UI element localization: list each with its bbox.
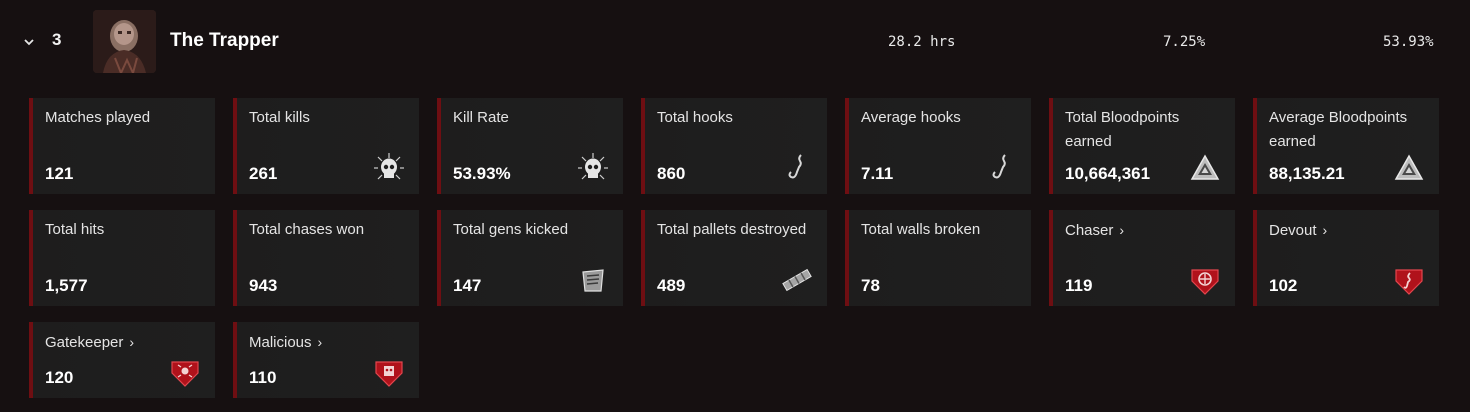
killer-row-header[interactable]: 3 The Trapper 28.2 hrs 7.25% 53.93%	[0, 0, 1470, 84]
chevron-right-icon: ›	[317, 334, 323, 350]
bloodpoints-icon	[1190, 154, 1220, 180]
gatekeeper-emblem-icon	[171, 361, 199, 387]
killer-portrait	[93, 10, 156, 73]
stat-card-total-chases-won: Total chases won 943	[233, 210, 419, 306]
pallet-icon	[782, 268, 812, 292]
stat-card-total-gens-kicked: Total gens kicked 147	[437, 210, 623, 306]
kill-rate-value: 53.93%	[1383, 34, 1434, 50]
stat-value: 88,135.21	[1269, 164, 1345, 183]
stat-value: 1,577	[45, 276, 88, 295]
stat-value: 102	[1269, 276, 1298, 295]
chevron-right-icon: ›	[1119, 222, 1125, 238]
stat-label: Average Bloodpoints earned	[1269, 109, 1408, 150]
stat-label: Total chases won	[249, 221, 365, 238]
stat-label: Matches played	[45, 109, 151, 126]
stat-label: Total hooks	[657, 109, 733, 126]
stat-card-average-bloodpoints: Average Bloodpoints earned 88,135.21	[1253, 98, 1439, 194]
stat-card-matches-played: Matches played 121	[29, 98, 215, 194]
hook-icon	[788, 154, 802, 179]
stat-card-total-kills: Total kills 261	[233, 98, 419, 194]
stat-label[interactable]: Devout ›	[1269, 218, 1419, 243]
stat-value: 261	[249, 164, 278, 183]
stat-card-gatekeeper[interactable]: Gatekeeper › 120	[29, 322, 215, 398]
stat-value: 53.93%	[453, 164, 511, 183]
stat-label: Total walls broken	[861, 221, 981, 238]
stat-value: 119	[1065, 276, 1093, 295]
stat-label: Total gens kicked	[453, 221, 569, 238]
stat-card-devout[interactable]: Devout › 102	[1253, 210, 1439, 306]
stat-label: Total pallets destroyed	[657, 221, 807, 238]
stat-label: Total kills	[249, 109, 310, 126]
stat-label[interactable]: Malicious ›	[249, 330, 399, 355]
generator-icon	[582, 269, 604, 292]
stat-value: 110	[249, 368, 277, 387]
killer-name: The Trapper	[170, 30, 279, 51]
playtime-value: 28.2 hrs	[888, 34, 956, 50]
stat-value: 120	[45, 368, 74, 387]
stat-value: 147	[453, 276, 482, 295]
stat-card-kill-rate: Kill Rate 53.93%	[437, 98, 623, 194]
stat-label[interactable]: Gatekeeper ›	[45, 330, 195, 355]
stat-card-total-hooks: Total hooks 860	[641, 98, 827, 194]
stat-value: 489	[657, 276, 686, 295]
hook-icon	[992, 154, 1006, 179]
stat-card-total-walls-broken: Total walls broken 78	[845, 210, 1031, 306]
stat-value: 78	[861, 276, 880, 295]
stat-label: Kill Rate	[453, 109, 509, 126]
stat-card-chaser[interactable]: Chaser › 119	[1049, 210, 1235, 306]
stat-card-total-bloodpoints: Total Bloodpoints earned 10,664,361	[1049, 98, 1235, 194]
chaser-emblem-icon	[1191, 269, 1219, 295]
stat-value: 10,664,361	[1065, 164, 1151, 183]
skull-icon	[374, 153, 404, 180]
pick-rate-value: 7.25%	[1163, 34, 1206, 50]
stat-label: Total hits	[45, 221, 105, 238]
stat-value: 943	[249, 276, 278, 295]
stat-card-total-pallets-destroyed: Total pallets destroyed 489	[641, 210, 827, 306]
chevron-right-icon: ›	[129, 334, 135, 350]
stat-card-total-hits: Total hits 1,577	[29, 210, 215, 306]
stat-card-malicious[interactable]: Malicious › 110	[233, 322, 419, 398]
chevron-right-icon: ›	[1322, 222, 1328, 238]
stat-label[interactable]: Chaser ›	[1065, 218, 1215, 243]
devout-emblem-icon	[1395, 269, 1423, 295]
skull-icon	[578, 153, 608, 180]
malicious-emblem-icon	[375, 361, 403, 387]
bloodpoints-icon	[1394, 154, 1424, 180]
stat-label: Average hooks	[861, 109, 961, 126]
stat-card-average-hooks: Average hooks 7.11	[845, 98, 1031, 194]
stat-label: Total Bloodpoints earned	[1065, 109, 1180, 150]
stat-value: 7.11	[861, 164, 894, 183]
stat-value: 860	[657, 164, 686, 183]
chevron-down-icon[interactable]	[20, 33, 38, 51]
rank-number: 3	[52, 30, 62, 49]
stat-value: 121	[45, 164, 74, 183]
